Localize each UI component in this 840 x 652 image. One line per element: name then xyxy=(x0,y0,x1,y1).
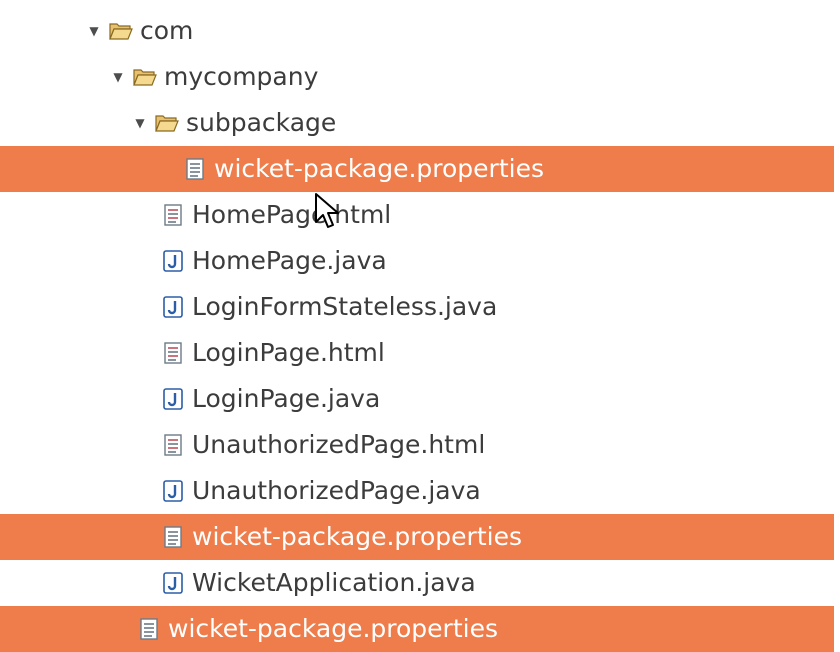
tree-item-label: wicket-package.properties xyxy=(214,154,544,183)
tree-item-java-file[interactable]: HomePage.java xyxy=(0,238,834,284)
tree-item-com[interactable]: ▼ com xyxy=(0,8,834,54)
tree-item-java-file[interactable]: LoginPage.java xyxy=(0,376,834,422)
properties-file-icon xyxy=(136,616,162,642)
open-folder-icon xyxy=(154,110,180,136)
tree-item-label: subpackage xyxy=(186,108,337,137)
tree-item-java-file[interactable]: LoginFormStateless.java xyxy=(0,284,834,330)
java-file-icon xyxy=(160,386,186,412)
expanded-arrow-icon[interactable]: ▼ xyxy=(132,115,148,131)
tree-item-label: wicket-package.properties xyxy=(192,522,522,551)
html-file-icon xyxy=(160,340,186,366)
tree-item-label: wicket-package.properties xyxy=(168,614,498,643)
java-file-icon xyxy=(160,478,186,504)
tree-item-label: LoginPage.java xyxy=(192,384,381,413)
open-folder-icon xyxy=(132,64,158,90)
html-file-icon xyxy=(160,202,186,228)
tree-item-java-file[interactable]: UnauthorizedPage.java xyxy=(0,468,834,514)
tree-item-label: mycompany xyxy=(164,62,319,91)
tree-item-subpackage[interactable]: ▼ subpackage xyxy=(0,100,834,146)
tree-item-properties-file[interactable]: wicket-package.properties xyxy=(0,606,834,652)
java-file-icon xyxy=(160,248,186,274)
tree-item-label: LoginPage.html xyxy=(192,338,385,367)
expanded-arrow-icon[interactable]: ▼ xyxy=(86,23,102,39)
html-file-icon xyxy=(160,432,186,458)
tree-item-label: com xyxy=(140,16,194,45)
tree-item-properties-file[interactable]: wicket-package.properties xyxy=(0,146,834,192)
java-file-icon xyxy=(160,294,186,320)
tree-item-label: UnauthorizedPage.java xyxy=(192,476,481,505)
tree-item-label: WicketApplication.java xyxy=(192,568,476,597)
open-folder-icon xyxy=(108,18,134,44)
tree-item-label: LoginFormStateless.java xyxy=(192,292,498,321)
java-file-icon xyxy=(160,570,186,596)
tree-item-properties-file[interactable]: wicket-package.properties xyxy=(0,514,834,560)
tree-item-html-file[interactable]: LoginPage.html xyxy=(0,330,834,376)
expanded-arrow-icon[interactable]: ▼ xyxy=(110,69,126,85)
properties-file-icon xyxy=(182,156,208,182)
properties-file-icon xyxy=(160,524,186,550)
package-explorer-tree: ▼ com ▼ mycompany ▼ subpackage wicket-pa… xyxy=(0,0,840,652)
tree-item-html-file[interactable]: UnauthorizedPage.html xyxy=(0,422,834,468)
tree-item-mycompany[interactable]: ▼ mycompany xyxy=(0,54,834,100)
tree-item-label: HomePage.java xyxy=(192,246,387,275)
tree-item-java-file[interactable]: WicketApplication.java xyxy=(0,560,834,606)
tree-item-label: HomePage.html xyxy=(192,200,392,229)
tree-item-label: UnauthorizedPage.html xyxy=(192,430,486,459)
tree-item-html-file[interactable]: HomePage.html xyxy=(0,192,834,238)
